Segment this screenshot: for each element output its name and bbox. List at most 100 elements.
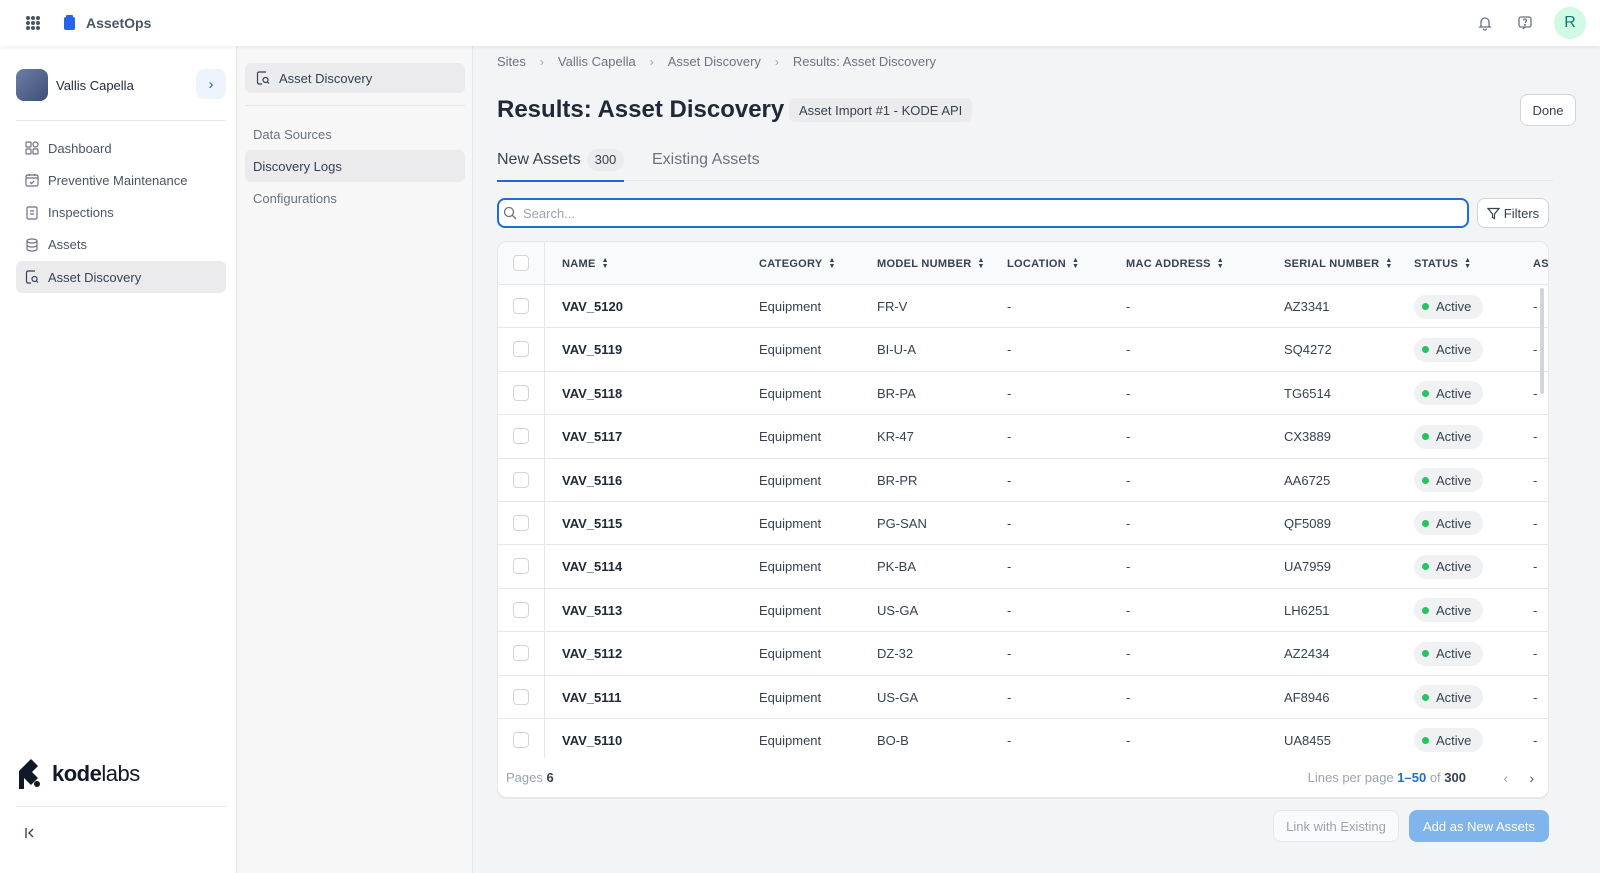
- cell-name: VAV_5114: [562, 559, 623, 575]
- column-header-category[interactable]: CATEGORY ▲ ▼: [759, 242, 836, 285]
- collapse-sidebar-icon[interactable]: [24, 826, 36, 842]
- cell-extra: -: [1533, 385, 1538, 401]
- cell-serial: AF8946: [1284, 689, 1330, 705]
- sidebar-item-asset-discovery[interactable]: Asset Discovery: [16, 261, 226, 294]
- breadcrumb-asset-discovery[interactable]: Asset Discovery: [668, 54, 761, 69]
- table-row[interactable]: VAV_5116 Equipment BR-PR - - AA6725 Active -: [498, 459, 1548, 502]
- cell-status: Active: [1414, 459, 1484, 502]
- cell-mac: -: [1126, 646, 1131, 662]
- row-checkbox[interactable]: [513, 341, 529, 358]
- row-checkbox[interactable]: [513, 428, 529, 445]
- row-checkbox[interactable]: [513, 601, 529, 618]
- row-checkbox[interactable]: [513, 298, 529, 314]
- cell-name: VAV_5120: [562, 299, 623, 314]
- cell-location: -: [1007, 429, 1012, 445]
- status-badge: Active: [1414, 381, 1484, 406]
- table-row[interactable]: VAV_5120 Equipment FR-V - - AZ3341 Active -: [498, 285, 1548, 329]
- row-checkbox[interactable]: [513, 558, 529, 575]
- row-checkbox[interactable]: [513, 514, 529, 531]
- cell-model: KR-47: [877, 429, 914, 445]
- vertical-scrollbar[interactable]: [1540, 288, 1544, 394]
- notification-bell-icon[interactable]: [1474, 12, 1496, 34]
- column-header-name[interactable]: NAME ▲ ▼: [562, 242, 609, 285]
- column-header-serial-number[interactable]: SERIAL NUMBER ▲ ▼: [1284, 242, 1393, 285]
- cell-location: -: [1007, 602, 1012, 618]
- column-header-model-number[interactable]: MODEL NUMBER ▲ ▼: [877, 242, 985, 285]
- filters-button[interactable]: Filters: [1477, 198, 1549, 228]
- previous-page-icon[interactable]: ‹: [1503, 770, 1508, 786]
- done-button[interactable]: Done: [1520, 94, 1576, 126]
- table-row[interactable]: VAV_5118 Equipment BR-PA - - TG6514 Active -: [498, 372, 1548, 416]
- sidebar-item-label: Asset Discovery: [48, 269, 142, 285]
- status-dot-icon: [1422, 389, 1429, 397]
- secondary-sidebar: Asset Discovery Data Sources Discovery L…: [237, 46, 473, 873]
- dashboard-icon: [24, 141, 39, 156]
- cell-serial: SQ4272: [1284, 342, 1332, 358]
- status-badge: Active: [1414, 468, 1484, 493]
- site-switcher[interactable]: Vallis Capella ›: [16, 69, 226, 101]
- column-header-truncated[interactable]: AS: [1533, 242, 1548, 285]
- cell-location: -: [1007, 342, 1012, 358]
- cell-serial: AA6725: [1284, 472, 1331, 488]
- cell-mac: -: [1126, 342, 1131, 358]
- table-row[interactable]: VAV_5114 Equipment PK-BA - - UA7959 Active -: [498, 545, 1548, 589]
- table-row[interactable]: VAV_5113 Equipment US-GA - - LH6251 Active -: [498, 589, 1548, 633]
- chevron-right-icon[interactable]: ›: [196, 69, 226, 99]
- status-label: Active: [1436, 515, 1472, 531]
- row-checkbox[interactable]: [513, 645, 529, 662]
- kodelabs-wordmark: kodelabs: [52, 761, 140, 786]
- column-header-location[interactable]: LOCATION ▲ ▼: [1007, 242, 1079, 285]
- cell-extra: -: [1533, 472, 1538, 488]
- search-input[interactable]: [523, 205, 1423, 221]
- subnav-item-data-sources[interactable]: Data Sources: [245, 118, 465, 150]
- table-row[interactable]: VAV_5110 Equipment BO-B - - UA8455 Active -: [498, 719, 1548, 763]
- sidebar-item-assets[interactable]: Assets: [16, 229, 226, 261]
- table-row[interactable]: VAV_5115 Equipment PG-SAN - - QF5089 Active -: [498, 502, 1548, 546]
- row-checkbox[interactable]: [513, 688, 529, 705]
- cell-status: Active: [1414, 328, 1484, 371]
- cell-location: -: [1007, 559, 1012, 575]
- sidebar-item-label: Preventive Maintenance: [48, 172, 188, 188]
- cell-location: -: [1007, 646, 1012, 662]
- select-all-checkbox[interactable]: [513, 255, 529, 271]
- page-range[interactable]: 1–50: [1397, 770, 1426, 785]
- sidebar-item-dashboard[interactable]: Dashboard: [16, 132, 226, 164]
- row-checkbox[interactable]: [513, 384, 529, 401]
- tab-existing-assets[interactable]: Existing Assets: [652, 138, 760, 181]
- row-checkbox[interactable]: [513, 731, 529, 748]
- sidebar-item-inspections[interactable]: Inspections: [16, 197, 226, 229]
- status-badge: Active: [1414, 424, 1484, 449]
- cell-extra: -: [1533, 732, 1538, 748]
- help-chat-icon[interactable]: [1514, 12, 1536, 34]
- table-row[interactable]: VAV_5112 Equipment DZ-32 - - AZ2434 Active -: [498, 632, 1548, 676]
- row-checkbox[interactable]: [513, 471, 529, 488]
- cell-extra: -: [1533, 515, 1538, 531]
- column-header-status[interactable]: STATUS ▲ ▼: [1414, 242, 1471, 285]
- subnav-item-configurations[interactable]: Configurations: [245, 182, 465, 214]
- breadcrumb-site[interactable]: Vallis Capella: [558, 54, 636, 69]
- subnav-header[interactable]: Asset Discovery: [245, 63, 465, 93]
- link-with-existing-button[interactable]: Link with Existing: [1273, 810, 1399, 842]
- table-row[interactable]: VAV_5111 Equipment US-GA - - AF8946 Active -: [498, 676, 1548, 719]
- status-badge: Active: [1414, 641, 1484, 666]
- sidebar-item-preventive-maintenance[interactable]: Preventive Maintenance: [16, 164, 226, 196]
- divider: [16, 806, 226, 807]
- table-body: VAV_5120 Equipment FR-V - - AZ3341 Active - VAV_…: [498, 285, 1548, 763]
- tab-new-assets[interactable]: New Assets 300: [497, 138, 625, 182]
- next-page-icon[interactable]: ›: [1529, 770, 1534, 786]
- user-avatar[interactable]: R: [1554, 7, 1586, 39]
- add-as-new-assets-button[interactable]: Add as New Assets: [1409, 810, 1549, 842]
- sidebar-nav: Dashboard Preventive Maintenance Inspect…: [16, 132, 226, 294]
- table-row[interactable]: VAV_5117 Equipment KR-47 - - CX3889 Active -: [498, 415, 1548, 459]
- sidebar-item-label: Inspections: [48, 205, 114, 221]
- status-badge: Active: [1414, 294, 1484, 319]
- breadcrumb-sites[interactable]: Sites: [497, 54, 526, 69]
- table-row[interactable]: VAV_5119 Equipment BI-U-A - - SQ4272 Active -: [498, 328, 1548, 372]
- breadcrumb-current: Results: Asset Discovery: [792, 54, 936, 69]
- app-grid-icon[interactable]: [26, 16, 40, 30]
- site-avatar: [16, 69, 48, 101]
- sidebar: Vallis Capella › Dashboard Preventive Ma…: [0, 46, 237, 873]
- column-header-mac-address[interactable]: MAC ADDRESS ▲ ▼: [1126, 242, 1224, 285]
- cell-name: VAV_5119: [562, 342, 623, 358]
- subnav-item-discovery-logs[interactable]: Discovery Logs: [245, 150, 465, 182]
